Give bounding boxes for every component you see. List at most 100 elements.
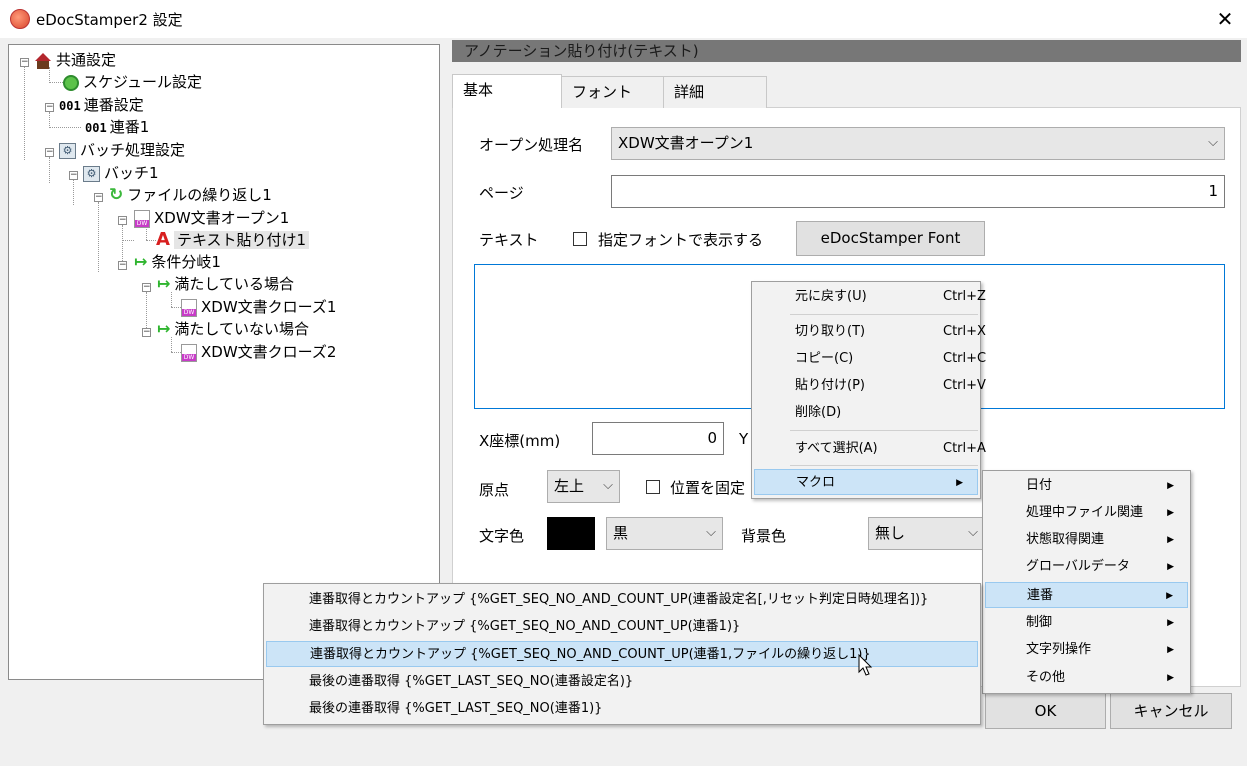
collapse-toggle[interactable]: − — [45, 148, 54, 157]
title-bar — [0, 0, 1247, 38]
tree-item-xdw-open[interactable]: XDW文書オープン1 — [134, 208, 289, 228]
macro-item-file[interactable]: 処理中ファイル関連 ▶ — [985, 500, 1188, 526]
gear-icon: ⚙ — [59, 142, 76, 159]
x-input[interactable]: 0 — [592, 422, 724, 455]
menu-item-delete[interactable]: 削除(D) — [795, 400, 975, 426]
macro-item-other[interactable]: その他 ▶ — [985, 665, 1188, 691]
tree-item-batch1[interactable]: ⚙ バッチ1 — [83, 163, 159, 183]
house-icon — [34, 52, 52, 69]
text-annotation-icon: A — [156, 229, 170, 250]
branch-icon: ↦ — [157, 274, 171, 293]
gear-icon: ⚙ — [83, 165, 100, 182]
tree-item-text-paste[interactable]: A テキスト貼り付け1 — [156, 229, 310, 250]
tab-font[interactable]: フォント — [561, 76, 664, 108]
chevron-right-icon: ▶ — [1167, 535, 1174, 545]
origin-select[interactable]: 左上 ⌵ — [547, 470, 620, 503]
tree-item-seq1[interactable]: 001 連番1 — [85, 117, 149, 137]
document-icon — [181, 343, 197, 362]
ok-button[interactable]: OK — [985, 693, 1106, 729]
collapse-toggle[interactable]: − — [94, 193, 103, 202]
chevron-down-icon: ⌵ — [603, 478, 613, 493]
number-icon: 001 — [85, 121, 107, 135]
context-menu: 元に戻す(U) Ctrl+Z 切り取り(T) Ctrl+X コピー(C) Ctrl+C… — [751, 281, 986, 499]
macro-item-status[interactable]: 状態取得関連 ▶ — [985, 527, 1188, 553]
cancel-button[interactable]: キャンセル — [1110, 693, 1232, 729]
chevron-down-icon: ⌵ — [706, 525, 716, 540]
branch-icon: ↦ — [134, 252, 148, 271]
bg-select[interactable]: 無し ⌵ — [868, 517, 985, 550]
menu-item-select-all[interactable]: すべて選択(A) Ctrl+A — [795, 436, 986, 462]
chevron-right-icon: ▶ — [1166, 591, 1173, 601]
collapse-toggle[interactable]: − — [118, 261, 127, 270]
menu-item-paste[interactable]: 貼り付け(P) Ctrl+V — [795, 373, 986, 399]
chevron-right-icon: ▶ — [956, 478, 963, 488]
color-select[interactable]: 黒 ⌵ — [606, 517, 723, 550]
clock-icon — [63, 74, 79, 91]
document-icon — [134, 209, 150, 228]
tree-item-xdw-close2[interactable]: XDW文書クローズ2 — [181, 342, 336, 362]
open-select[interactable]: XDW文書オープン1 ⌵ — [611, 127, 1225, 160]
open-label: オープン処理名 — [479, 136, 584, 154]
collapse-toggle[interactable]: − — [45, 103, 54, 112]
tree-item-schedule[interactable]: スケジュール設定 — [63, 72, 202, 92]
tree-item-xdw-close1[interactable]: XDW文書クローズ1 — [181, 297, 336, 317]
tree-item-common[interactable]: 共通設定 — [34, 50, 116, 70]
chevron-right-icon: ▶ — [1167, 645, 1174, 655]
seq-item[interactable]: 最後の連番取得 {%GET_LAST_SEQ_NO(連番1)} — [266, 696, 978, 722]
bg-label: 背景色 — [741, 527, 787, 545]
fix-position-label: 位置を固定 — [670, 479, 746, 497]
tree-item-batch-settings[interactable]: ⚙ バッチ処理設定 — [59, 140, 185, 160]
seq-item[interactable]: 連番取得とカウントアップ {%GET_SEQ_NO_AND_COUNT_UP(連… — [266, 614, 978, 640]
macro-item-string[interactable]: 文字列操作 ▶ — [985, 637, 1188, 663]
chevron-down-icon: ⌵ — [1208, 135, 1218, 150]
tree-item-seq-settings[interactable]: 001 連番設定 — [59, 95, 144, 115]
y-label: Y — [739, 430, 749, 448]
fix-position-checkbox[interactable] — [646, 480, 660, 494]
chevron-right-icon: ▶ — [1167, 618, 1174, 628]
number-icon: 001 — [59, 99, 81, 113]
panel-header: アノテーション貼り付け(テキスト) — [452, 40, 1241, 62]
mouse-cursor-icon — [858, 654, 873, 676]
tree-item-satisfied[interactable]: ↦ 満たしている場合 — [157, 274, 294, 294]
collapse-toggle[interactable]: − — [142, 283, 151, 292]
macro-item-global[interactable]: グローバルデータ ▶ — [985, 554, 1188, 580]
tree-item-not-satisfied[interactable]: ↦ 満たしていない場合 — [157, 319, 309, 339]
chevron-down-icon: ⌵ — [968, 525, 978, 540]
page-label: ページ — [479, 184, 524, 202]
macro-submenu: 日付 ▶ 処理中ファイル関連 ▶ 状態取得関連 ▶ グローバルデータ ▶ 連番 ▶ 制御 ▶… — [982, 470, 1191, 694]
page-input[interactable]: 1 — [611, 175, 1225, 208]
font-checkbox[interactable] — [573, 232, 587, 246]
chevron-right-icon: ▶ — [1167, 481, 1174, 491]
color-label: 文字色 — [479, 527, 525, 545]
menu-item-undo[interactable]: 元に戻す(U) Ctrl+Z — [795, 284, 986, 310]
menu-item-copy[interactable]: コピー(C) Ctrl+C — [795, 346, 986, 372]
menu-item-cut[interactable]: 切り取り(T) Ctrl+X — [795, 319, 986, 345]
macro-item-control[interactable]: 制御 ▶ — [985, 610, 1188, 636]
font-button[interactable]: eDocStamper Font — [796, 221, 985, 256]
tree-item-cond-branch[interactable]: ↦ 条件分岐1 — [134, 252, 221, 272]
tab-basic[interactable]: 基本 — [452, 74, 562, 108]
macro-item-date[interactable]: 日付 ▶ — [985, 473, 1188, 499]
menu-item-macro[interactable]: マクロ ▶ — [754, 469, 978, 495]
tree-item-file-loop[interactable]: ↻ ファイルの繰り返し1 — [109, 185, 272, 205]
app-icon — [10, 9, 30, 29]
font-check-label: 指定フォントで表示する — [598, 231, 764, 249]
text-label: テキスト — [479, 231, 539, 249]
seq-item[interactable]: 連番取得とカウントアップ {%GET_SEQ_NO_AND_COUNT_UP(連… — [266, 587, 978, 613]
tab-detail[interactable]: 詳細 — [663, 76, 767, 108]
branch-icon: ↦ — [157, 319, 171, 338]
chevron-right-icon: ▶ — [1167, 508, 1174, 518]
macro-item-seq[interactable]: 連番 ▶ — [985, 582, 1188, 608]
color-swatch — [547, 517, 595, 550]
window-title: eDocStamper2 設定 — [36, 11, 183, 29]
document-icon — [181, 298, 197, 317]
collapse-toggle[interactable]: − — [142, 328, 151, 337]
collapse-toggle[interactable]: − — [20, 58, 29, 67]
chevron-right-icon: ▶ — [1167, 562, 1174, 572]
collapse-toggle[interactable]: − — [69, 171, 78, 180]
collapse-toggle[interactable]: − — [118, 216, 127, 225]
close-button[interactable]: ✕ — [1210, 4, 1240, 34]
x-label: X座標(mm) — [479, 432, 561, 450]
status-bar — [0, 737, 1247, 766]
chevron-right-icon: ▶ — [1167, 673, 1174, 683]
